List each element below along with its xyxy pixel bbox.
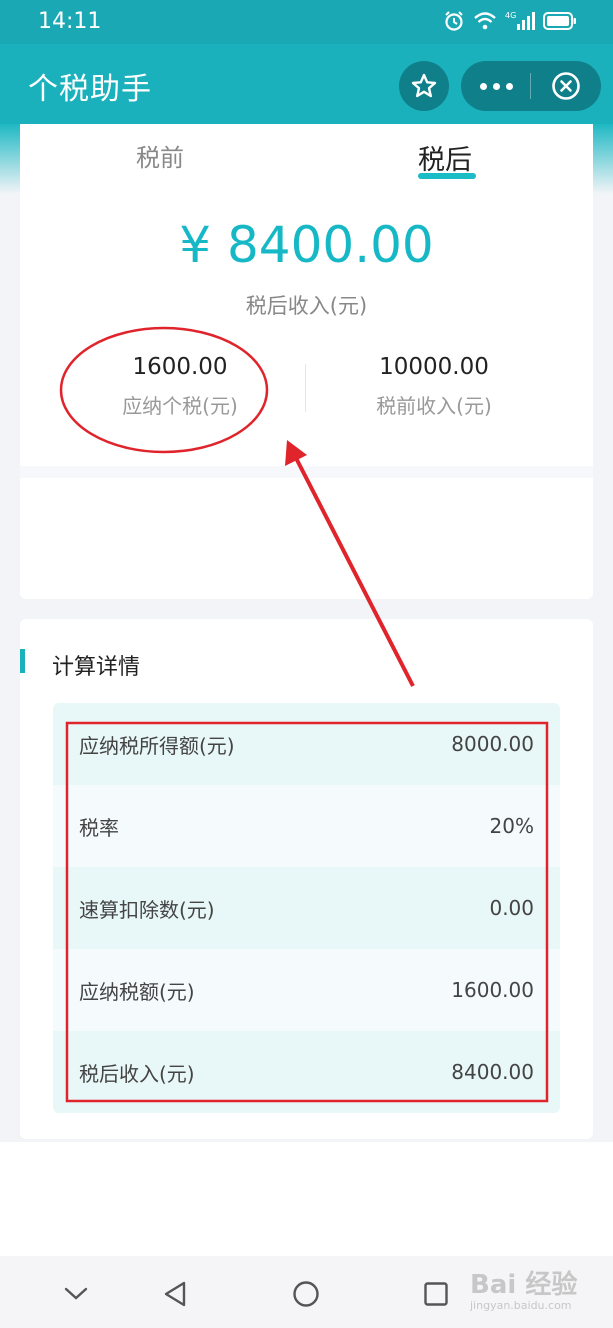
mini-program-capsule	[461, 61, 601, 111]
back-triangle-icon	[164, 1281, 186, 1307]
row-label: 税率	[79, 815, 119, 840]
more-dot	[505, 82, 513, 90]
card-band	[20, 466, 593, 478]
row-value: 0.00	[489, 896, 534, 920]
table-row: 税后收入(元) 8400.00	[53, 1031, 560, 1113]
table-row: 应纳税额(元) 1600.00	[53, 949, 560, 1031]
star-icon	[411, 73, 437, 98]
tab-pretax[interactable]: 税前	[136, 138, 184, 173]
table-row: 速算扣除数(元) 0.00	[53, 867, 560, 949]
table-row: 税率 20%	[53, 785, 560, 867]
recents-button[interactable]	[416, 1274, 456, 1314]
row-label: 速算扣除数(元)	[79, 897, 215, 922]
row-value: 8000.00	[451, 732, 534, 756]
stat-divider	[305, 364, 306, 412]
after-tax-amount-label: 税后收入(元)	[245, 294, 368, 318]
close-button[interactable]	[531, 61, 601, 111]
table-row: 应纳税所得额(元) 8000.00	[53, 703, 560, 785]
tax-payable-value: 1600.00	[132, 354, 228, 380]
alarm-icon	[445, 11, 463, 31]
more-button[interactable]	[461, 61, 531, 111]
details-card: 计算详情 应纳税所得额(元) 8000.00 税率 20% 速算扣除数(元) 0…	[20, 619, 593, 1139]
watermark-text: Bai 经验	[470, 1270, 578, 1300]
network-type-label: 4G	[505, 11, 516, 20]
details-title: 计算详情	[52, 655, 141, 680]
hide-nav-button[interactable]	[56, 1274, 96, 1314]
tab-posttax-label: 税后	[418, 145, 472, 176]
system-nav-bar: Bai 经验 jingyan.baidu.com	[0, 1256, 613, 1328]
row-label: 应纳税额(元)	[79, 979, 195, 1004]
active-tab-indicator	[418, 173, 476, 179]
more-dot	[479, 82, 487, 90]
favorite-button[interactable]	[399, 61, 449, 111]
battery-icon	[543, 12, 576, 30]
tax-payable-stat: 1600.00 应纳个税(元)	[60, 354, 300, 419]
row-label: 税后收入(元)	[79, 1061, 195, 1086]
row-label: 应纳税所得额(元)	[79, 733, 235, 758]
pretax-income-value: 10000.00	[379, 354, 489, 380]
row-value: 1600.00	[451, 978, 534, 1002]
close-circle-icon	[552, 72, 580, 100]
back-button[interactable]	[155, 1274, 195, 1314]
home-circle-icon	[293, 1281, 319, 1307]
pretax-income-stat: 10000.00 税前收入(元)	[314, 354, 554, 419]
more-dot	[492, 82, 500, 90]
nav-bar: 个税助手	[0, 44, 613, 124]
status-bar: 14:11 4G	[0, 0, 613, 44]
recents-square-icon	[424, 1282, 448, 1306]
page-bottom-area	[0, 1142, 613, 1256]
watermark-sub: jingyan.baidu.com	[470, 1299, 572, 1312]
chevron-down-icon	[64, 1287, 88, 1300]
signal-icon: 4G	[505, 11, 535, 30]
tax-payable-label: 应纳个税(元)	[122, 394, 238, 418]
status-time: 14:11	[38, 9, 102, 34]
status-icons: 4G	[443, 10, 577, 32]
wifi-icon	[474, 12, 496, 30]
home-button[interactable]	[286, 1274, 326, 1314]
row-value: 20%	[489, 814, 534, 838]
after-tax-amount: ¥ 8400.00	[179, 216, 434, 274]
pretax-income-label: 税前收入(元)	[376, 394, 492, 418]
section-accent-bar	[20, 649, 25, 673]
tab-posttax[interactable]: 税后	[418, 138, 476, 179]
result-card: 税前 税后 ¥ 8400.00 税后收入(元) 1600.00 应纳个税(元) …	[20, 124, 593, 599]
page-title: 个税助手	[28, 72, 152, 107]
row-value: 8400.00	[451, 1060, 534, 1084]
details-table: 应纳税所得额(元) 8000.00 税率 20% 速算扣除数(元) 0.00 应…	[53, 703, 560, 1113]
watermark: Bai 经验 jingyan.baidu.com	[470, 1264, 577, 1312]
